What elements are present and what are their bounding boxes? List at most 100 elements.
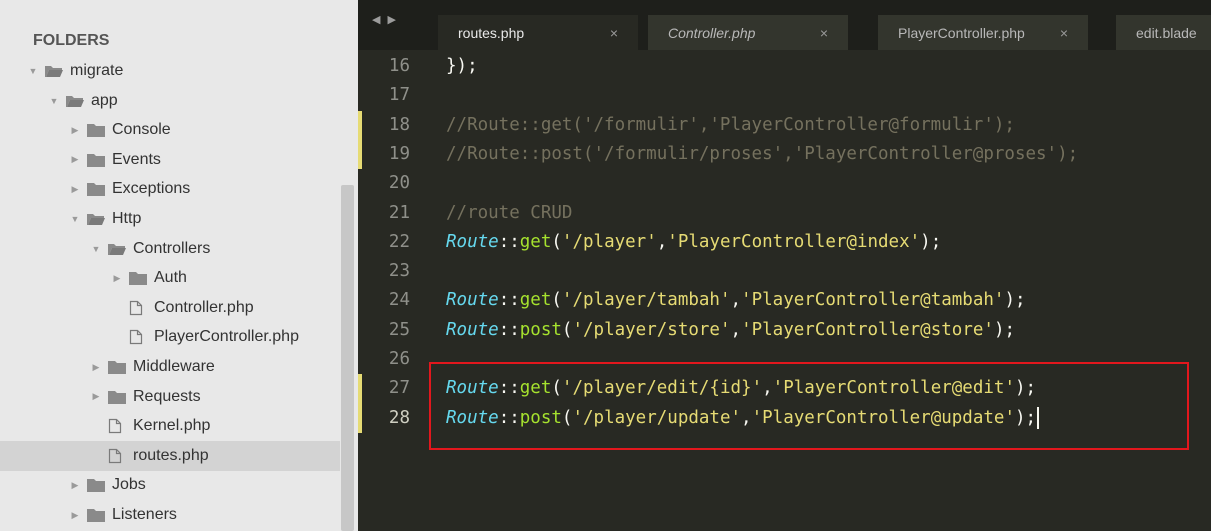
folder-jobs[interactable]: ▶ Jobs [0, 470, 340, 500]
folder-migrate[interactable]: ▼ migrate [0, 56, 340, 86]
tree-item-label: PlayerController.php [154, 328, 299, 346]
tab-playercontroller-php[interactable]: PlayerController.php × [878, 15, 1088, 50]
tree-item-label: Events [112, 150, 161, 168]
code-line[interactable]: 22 Route::get('/player','PlayerController… [358, 228, 1211, 257]
tree-item-label: Http [112, 210, 142, 227]
code-text: Route::get('/player','PlayerController@i… [446, 228, 941, 257]
code-token: :: [498, 231, 520, 252]
folder-open-icon [44, 63, 64, 79]
disclosure-closed-icon[interactable]: ▶ [70, 510, 80, 521]
folders-header: FOLDERS [33, 32, 110, 49]
folder-icon [86, 477, 106, 493]
tab-edit-blade[interactable]: edit.blade [1116, 15, 1211, 50]
disclosure-closed-icon[interactable]: ▶ [91, 391, 101, 402]
tab-controller-php[interactable]: Controller.php × [648, 15, 848, 50]
disclosure-closed-icon[interactable]: ▶ [70, 154, 80, 165]
tab-label: routes.php [458, 24, 525, 41]
disclosure-closed-icon[interactable]: ▶ [91, 362, 101, 373]
tab-nav-arrows[interactable]: ◀ ▶ [372, 13, 398, 26]
code-text: }); [446, 52, 478, 81]
folder-console[interactable]: ▶ Console [0, 115, 340, 145]
line-number: 27 [388, 378, 410, 399]
folder-events[interactable]: ▶ Events [0, 145, 340, 175]
disclosure-open-icon[interactable]: ▼ [91, 244, 101, 254]
code-token: Route [446, 290, 499, 311]
code-token: get [519, 231, 552, 252]
folder-exceptions[interactable]: ▶ Exceptions [0, 174, 340, 204]
code-token: post [519, 319, 562, 340]
folder-icon [86, 507, 106, 523]
sidebar: FOLDERS ▼ migrate ▼ app ▶ Console ▶ Events ▶ Exce… [0, 0, 358, 531]
code-line[interactable]: 20 [358, 169, 1211, 198]
folder-requests[interactable]: ▶ Requests [0, 382, 340, 412]
tab-close-icon[interactable]: × [820, 25, 828, 41]
tab-close-icon[interactable]: × [610, 25, 618, 41]
code-line[interactable]: 16}); [358, 52, 1211, 81]
tree-item-label: Controller.php [154, 298, 254, 316]
folder-controllers[interactable]: ▼ Controllers [0, 234, 340, 264]
folder-auth[interactable]: ▶ Auth [0, 263, 340, 293]
code-token: ); [993, 319, 1016, 340]
tab-routes-php[interactable]: routes.php × [438, 15, 638, 50]
file-kernel-php[interactable]: Kernel.php [0, 411, 340, 441]
code-line[interactable]: 24 Route::get('/player/tambah','PlayerCon… [358, 286, 1211, 315]
folder-http[interactable]: ▼ Http [0, 204, 340, 234]
code-token: Route [446, 231, 499, 252]
disclosure-open-icon[interactable]: ▼ [70, 214, 80, 224]
editor-pane: ◀ ▶ routes.php × Controller.php × PlayerCont… [358, 0, 1211, 531]
sidebar-scrollbar[interactable] [341, 185, 354, 531]
code-token: 'PlayerController@index' [667, 231, 921, 252]
disclosure-closed-icon[interactable]: ▶ [70, 480, 80, 491]
folder-listeners[interactable]: ▶ Listeners [0, 500, 340, 530]
modified-line-marker [358, 374, 362, 404]
disclosure-open-icon[interactable]: ▼ [49, 96, 59, 106]
tab-close-icon[interactable]: × [1060, 25, 1068, 41]
file-routes-php[interactable]: routes.php [0, 440, 340, 471]
line-number: 19 [388, 143, 410, 164]
code-token: :: [498, 290, 520, 311]
code-token: ); [1004, 290, 1026, 311]
folder-app[interactable]: ▼ app [0, 86, 340, 116]
line-number: 18 [388, 114, 410, 135]
code-line[interactable]: 25 Route::post('/player/store','PlayerCon… [358, 316, 1211, 345]
folder-icon [86, 181, 106, 197]
file-playercontroller-php[interactable]: PlayerController.php [0, 322, 340, 352]
folder-icon [128, 270, 148, 286]
disclosure-closed-icon[interactable]: ▶ [112, 273, 122, 284]
annotation-highlight-box [429, 362, 1189, 450]
code-token: ( [551, 290, 562, 311]
code-token: }); [446, 56, 478, 76]
code-line[interactable]: 17 [358, 81, 1211, 110]
code-line[interactable]: 19 //Route::post('/formulir/proses','Play… [358, 139, 1211, 170]
code-token: '/player/store' [572, 319, 731, 340]
code-token: ( [551, 231, 562, 252]
folder-middleware[interactable]: ▶ Middleware [0, 352, 340, 382]
file-controller-php[interactable]: Controller.php [0, 293, 340, 323]
file-icon [107, 448, 127, 464]
code-text: //Route::get('/formulir','PlayerControll… [446, 111, 1015, 140]
disclosure-closed-icon[interactable]: ▶ [70, 125, 80, 136]
tree-item-label: Auth [154, 269, 187, 287]
tree-item-label: migrate [70, 62, 124, 79]
tree-item-label: routes.php [133, 446, 209, 464]
line-number: 21 [388, 202, 410, 223]
disclosure-closed-icon[interactable]: ▶ [70, 184, 80, 195]
code-line[interactable]: 21 //route CRUD [358, 199, 1211, 228]
file-icon [107, 418, 127, 434]
modified-line-marker [358, 403, 362, 433]
modified-line-marker [358, 110, 362, 140]
tab-label: edit.blade [1136, 24, 1197, 41]
tree-item-label: Kernel.php [133, 417, 211, 435]
line-number: 20 [388, 173, 410, 194]
disclosure-open-icon[interactable]: ▼ [28, 66, 38, 76]
code-token: //route CRUD [446, 202, 573, 223]
code-line[interactable]: 18 //Route::get('/formulir','PlayerContro… [358, 110, 1211, 140]
tree-item-label: Middleware [133, 358, 215, 375]
code-line[interactable]: 23 [358, 257, 1211, 286]
tree-item-label: Console [112, 121, 171, 139]
code-token: '/player' [561, 231, 657, 252]
code-area[interactable]: 16}); 1718 //Route::get('/formulir','Playe… [358, 50, 1211, 531]
code-token: , [730, 290, 742, 311]
line-number: 24 [388, 290, 410, 311]
tree-item-label: Requests [133, 387, 201, 405]
